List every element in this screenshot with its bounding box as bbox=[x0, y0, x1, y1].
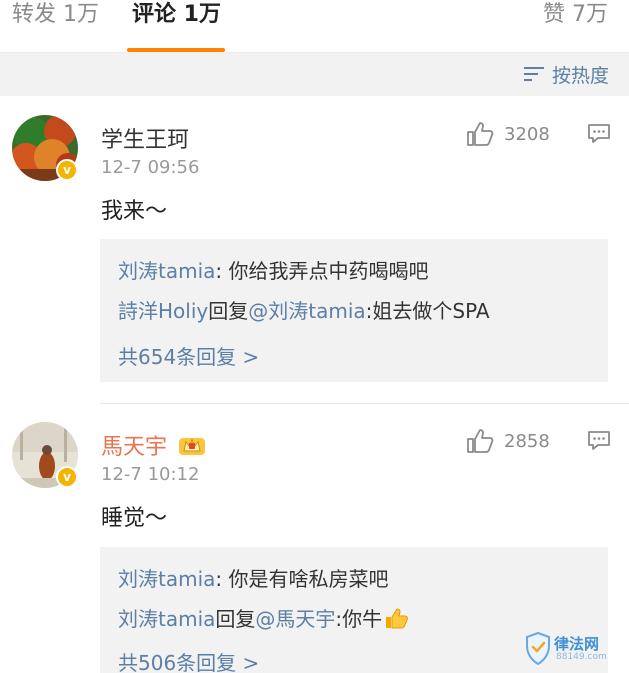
sub-reply: 刘涛tamia: 你给我弄点中药喝喝吧 bbox=[118, 255, 429, 284]
comment-time: 12-7 09:56 bbox=[101, 157, 200, 178]
sub-reply-mid: 回复 bbox=[208, 299, 249, 323]
sub-reply-user[interactable]: 刘涛tamia bbox=[118, 567, 215, 591]
thumbs-up-emoji-icon bbox=[386, 608, 409, 629]
thumbs-up-icon bbox=[467, 429, 494, 453]
sub-reply-user[interactable]: 刘涛tamia bbox=[118, 607, 215, 631]
sort-icon bbox=[523, 65, 544, 83]
sub-reply-text: :你牛 bbox=[335, 607, 383, 631]
sub-reply-mention[interactable]: @刘涛tamia bbox=[248, 299, 365, 323]
sub-reply-text: :姐去做个SPA bbox=[365, 299, 490, 323]
sub-reply-text: : 你是有啥私房菜吧 bbox=[215, 567, 389, 591]
like-count: 3208 bbox=[504, 123, 550, 145]
sort-bar: 按热度 bbox=[0, 52, 629, 96]
sub-reply-text: : 你给我弄点中药喝喝吧 bbox=[215, 259, 429, 283]
watermark-domain: 88149.com bbox=[556, 652, 607, 662]
sub-replies-box: 刘涛tamia: 你给我弄点中药喝喝吧 詩洋Holiy回复@刘涛tamia:姐去… bbox=[100, 239, 608, 382]
watermark-name: 律法网 bbox=[554, 635, 600, 653]
sub-reply-user[interactable]: 詩洋Holiy bbox=[118, 299, 208, 323]
sort-by-hot-button[interactable]: 按热度 bbox=[523, 59, 609, 89]
tab-comments[interactable]: 评论 1万 bbox=[132, 0, 221, 52]
comment-text: 我来～ bbox=[101, 199, 168, 224]
comment-username[interactable]: 馬天宇 bbox=[101, 429, 206, 461]
comment-time: 12-7 10:12 bbox=[101, 464, 200, 485]
more-replies-link[interactable]: 共654条回复 > bbox=[118, 341, 259, 370]
sub-reply-mid: 回复 bbox=[215, 607, 256, 631]
sub-reply: 詩洋Holiy回复@刘涛tamia:姐去做个SPA bbox=[118, 295, 490, 324]
like-count: 2858 bbox=[504, 430, 550, 452]
like-button[interactable]: 3208 bbox=[466, 121, 550, 147]
thumbs-up-icon bbox=[467, 122, 494, 146]
verified-badge-icon: v bbox=[56, 466, 78, 488]
verified-badge-icon: v bbox=[56, 159, 78, 181]
sub-reply-mention[interactable]: @馬天宇 bbox=[255, 607, 335, 631]
sub-reply: 刘涛tamia回复@馬天宇:你牛 bbox=[118, 603, 409, 632]
sub-reply: 刘涛tamia: 你是有啥私房菜吧 bbox=[118, 563, 389, 592]
vip-crown-icon bbox=[179, 438, 206, 455]
comment-reply-icon[interactable] bbox=[587, 123, 611, 149]
watermark-logo: 律法网 88149.com bbox=[526, 630, 626, 668]
comment-reply-icon[interactable] bbox=[587, 430, 611, 456]
like-button[interactable]: 2858 bbox=[466, 428, 550, 454]
tab-repost[interactable]: 转发 1万 bbox=[12, 0, 99, 52]
sub-reply-user[interactable]: 刘涛tamia bbox=[118, 259, 215, 283]
username-text: 馬天宇 bbox=[101, 435, 168, 460]
sort-label: 按热度 bbox=[551, 64, 609, 87]
comment-text: 睡觉～ bbox=[101, 506, 168, 531]
comment-username[interactable]: 学生王珂 bbox=[101, 122, 189, 154]
comment-item: v 学生王珂 12-7 09:56 3208 我来～ 刘涛tamia: 你给我弄… bbox=[0, 97, 629, 403]
tab-bar: 转发 1万 评论 1万 赞 7万 bbox=[0, 0, 629, 52]
more-replies-link[interactable]: 共506条回复 > bbox=[118, 647, 259, 673]
tab-likes[interactable]: 赞 7万 bbox=[543, 0, 608, 52]
